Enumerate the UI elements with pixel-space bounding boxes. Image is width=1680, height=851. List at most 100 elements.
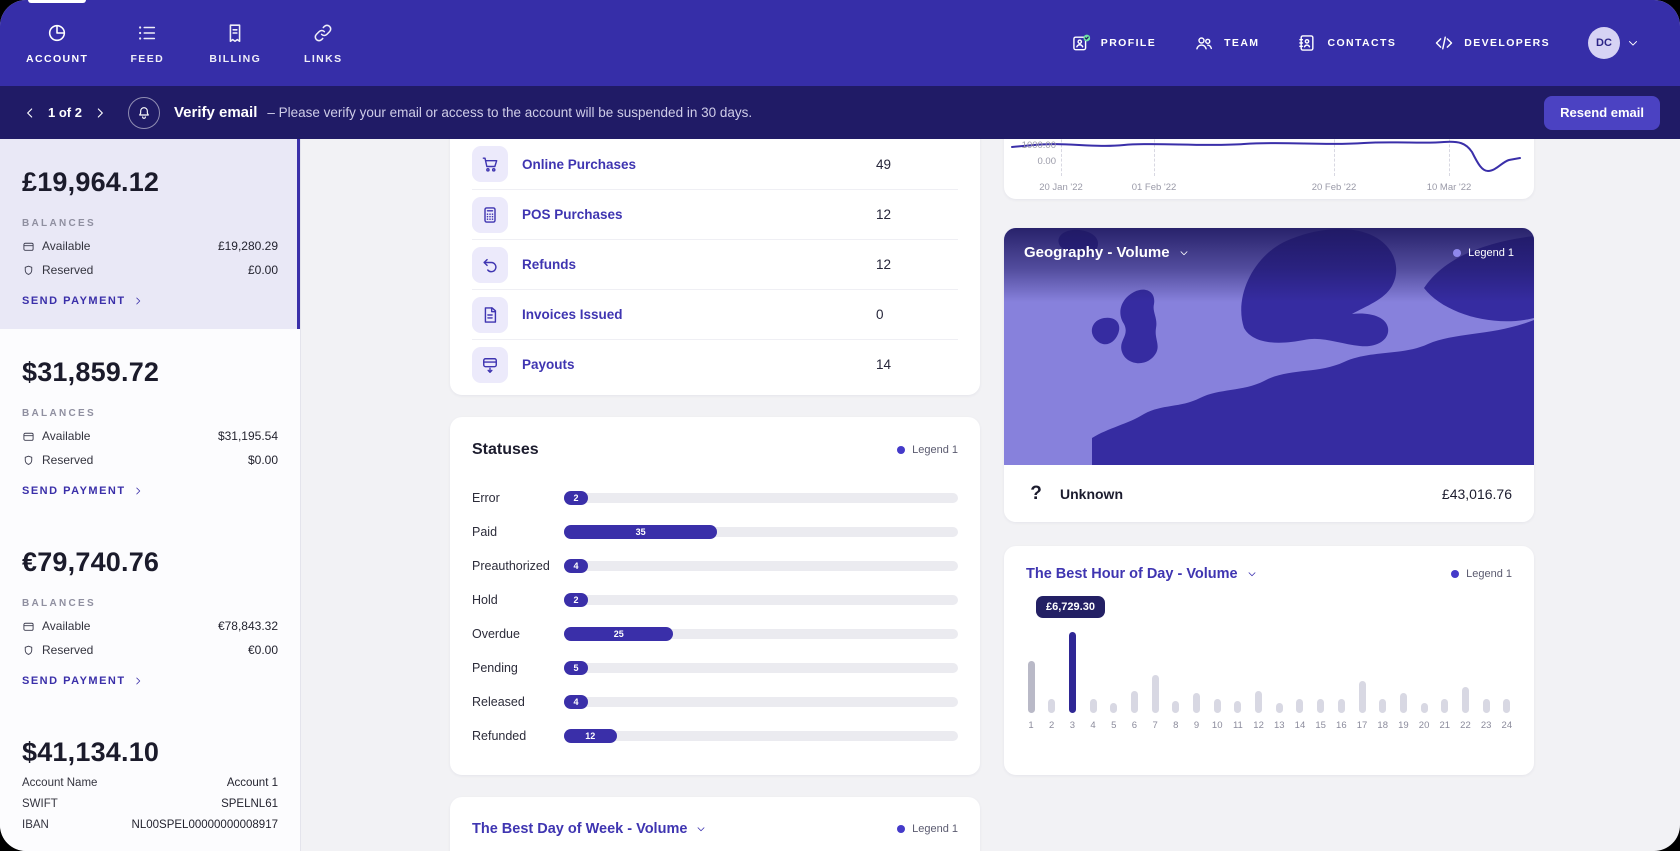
nav-item-label: TEAM — [1224, 37, 1259, 49]
account-card-3[interactable]: €79,740.76 BALANCES Available €78,843.32… — [0, 519, 300, 709]
shield-icon — [22, 644, 35, 657]
send-payment-link[interactable]: SEND PAYMENT — [22, 295, 278, 307]
hour-chart: 123456789101112131415161718192021222324 — [1026, 632, 1512, 731]
contacts-book-icon — [1297, 33, 1317, 53]
best-day-dropdown[interactable]: The Best Day of Week - Volume — [472, 821, 707, 837]
metric-row[interactable]: POS Purchases 12 — [472, 189, 958, 239]
profile-verified-icon — [1071, 33, 1091, 53]
hour-bar[interactable] — [1214, 699, 1221, 713]
status-bar-fill[interactable]: 35 — [564, 525, 717, 539]
status-bar-track: 2 — [564, 595, 958, 605]
status-bar-fill[interactable]: 2 — [564, 593, 588, 607]
nav-item-billing[interactable]: BILLING — [206, 0, 264, 86]
legend-label: Legend 1 — [1468, 247, 1514, 259]
nav-item-profile[interactable]: PROFILE — [1071, 33, 1156, 53]
hour-bar[interactable] — [1255, 691, 1262, 713]
invoice-icon — [480, 305, 500, 325]
send-payment-link[interactable]: SEND PAYMENT — [22, 675, 278, 687]
hour-bar[interactable] — [1152, 675, 1159, 713]
hour-bar[interactable] — [1483, 699, 1490, 713]
hour-bar[interactable] — [1234, 701, 1241, 713]
hour-bar[interactable] — [1131, 691, 1138, 713]
hour-bar[interactable] — [1317, 699, 1324, 713]
metric-label[interactable]: Online Purchases — [522, 157, 636, 172]
metric-label[interactable]: POS Purchases — [522, 207, 623, 222]
status-bar-fill[interactable]: 2 — [564, 491, 588, 505]
metric-row[interactable]: Payouts 14 — [472, 339, 958, 389]
avatar[interactable]: DC — [1588, 27, 1620, 59]
hour-label: 5 — [1111, 720, 1116, 731]
hour-bar-column: 13 — [1274, 703, 1284, 731]
nav-item-account[interactable]: ACCOUNT — [26, 0, 88, 86]
hour-bar[interactable] — [1441, 699, 1448, 713]
legend-dot-icon — [897, 825, 905, 833]
status-bar-fill[interactable]: 4 — [564, 559, 588, 573]
hour-bar[interactable] — [1172, 701, 1179, 713]
resend-email-button[interactable]: Resend email — [1544, 96, 1660, 130]
account-total: $41,134.10 — [22, 737, 278, 768]
geography-row[interactable]: ? Unknown £43,016.76 — [1004, 465, 1534, 522]
hour-bar[interactable] — [1338, 699, 1345, 713]
metric-label[interactable]: Invoices Issued — [522, 307, 623, 322]
metric-label[interactable]: Payouts — [522, 357, 575, 372]
hour-bar[interactable] — [1359, 681, 1366, 713]
status-bar-fill[interactable]: 5 — [564, 661, 588, 675]
geography-dropdown[interactable]: Geography - Volume — [1024, 244, 1190, 261]
metric-icon-box — [472, 297, 508, 333]
hour-bar-column: 21 — [1440, 699, 1450, 731]
legend-label: Legend 1 — [912, 444, 958, 456]
user-menu[interactable]: DC — [1588, 27, 1640, 59]
hour-bar[interactable] — [1276, 703, 1283, 713]
hour-bar[interactable] — [1048, 699, 1055, 713]
hour-bar[interactable] — [1503, 699, 1510, 713]
status-bar-track: 35 — [564, 527, 958, 537]
metric-label[interactable]: Refunds — [522, 257, 576, 272]
balance-row-reserved: Reserved €0.00 — [22, 643, 278, 657]
metric-row[interactable]: Invoices Issued 0 — [472, 289, 958, 339]
top-navigation: ACCOUNT FEED BILLING LINKS PROFILE — [0, 0, 1680, 86]
status-bar-fill[interactable]: 12 — [564, 729, 617, 743]
hour-bar-column: 9 — [1192, 693, 1202, 731]
nav-item-links[interactable]: LINKS — [294, 0, 352, 86]
nav-item-developers[interactable]: DEVELOPERS — [1434, 33, 1550, 53]
account-card-1[interactable]: £19,964.12 BALANCES Available £19,280.29… — [0, 139, 300, 329]
nav-item-feed[interactable]: FEED — [118, 0, 176, 86]
account-card-4[interactable]: $41,134.10 Account Name Account 1 SWIFT … — [0, 709, 300, 851]
status-bar-fill[interactable]: 4 — [564, 695, 588, 709]
metric-row[interactable]: Online Purchases 49 — [472, 139, 958, 189]
banner-next-button[interactable] — [88, 101, 112, 125]
hour-bar[interactable] — [1028, 661, 1035, 713]
best-hour-dropdown[interactable]: The Best Hour of Day - Volume — [1026, 566, 1258, 582]
hour-bar[interactable] — [1379, 699, 1386, 713]
hour-label: 24 — [1502, 720, 1513, 731]
nav-item-team[interactable]: TEAM — [1194, 33, 1259, 53]
legend: Legend 1 — [897, 823, 958, 835]
card-title: Statuses — [472, 441, 539, 459]
hour-bar[interactable] — [1296, 699, 1303, 713]
hour-bar[interactable] — [1421, 703, 1428, 713]
hour-bar[interactable] — [1193, 693, 1200, 713]
hour-bar[interactable] — [1110, 703, 1117, 713]
europe-map[interactable]: Geography - Volume Legend 1 — [1004, 228, 1534, 465]
wallet-icon — [22, 240, 35, 253]
account-card-2[interactable]: $31,859.72 BALANCES Available $31,195.54… — [0, 329, 300, 519]
nav-item-label: FEED — [130, 53, 164, 65]
hour-label: 21 — [1439, 720, 1450, 731]
hour-label: 10 — [1212, 720, 1223, 731]
metric-row[interactable]: Refunds 12 — [472, 239, 958, 289]
balance-row-reserved: Reserved $0.00 — [22, 453, 278, 467]
balances-heading: BALANCES — [22, 598, 278, 609]
status-label: Error — [472, 491, 564, 505]
hour-bar[interactable] — [1400, 693, 1407, 713]
status-bar-fill[interactable]: 25 — [564, 627, 673, 641]
nav-item-contacts[interactable]: CONTACTS — [1297, 33, 1396, 53]
banner-prev-button[interactable] — [18, 101, 42, 125]
hour-bar[interactable] — [1462, 687, 1469, 713]
legend: Legend 1 — [1451, 568, 1512, 580]
hour-bar[interactable] — [1090, 699, 1097, 713]
account-detail-row: Account Name Account 1 — [22, 777, 278, 789]
hour-bar[interactable] — [1069, 632, 1076, 713]
send-payment-link[interactable]: SEND PAYMENT — [22, 485, 278, 497]
volume-line-chart-card: 1000.00 0.00 20 Jan '22 01 Feb '22 20 Fe… — [1004, 139, 1534, 199]
statuses-card: Statuses Legend 1 Error2Paid35Preauthori… — [450, 417, 980, 775]
